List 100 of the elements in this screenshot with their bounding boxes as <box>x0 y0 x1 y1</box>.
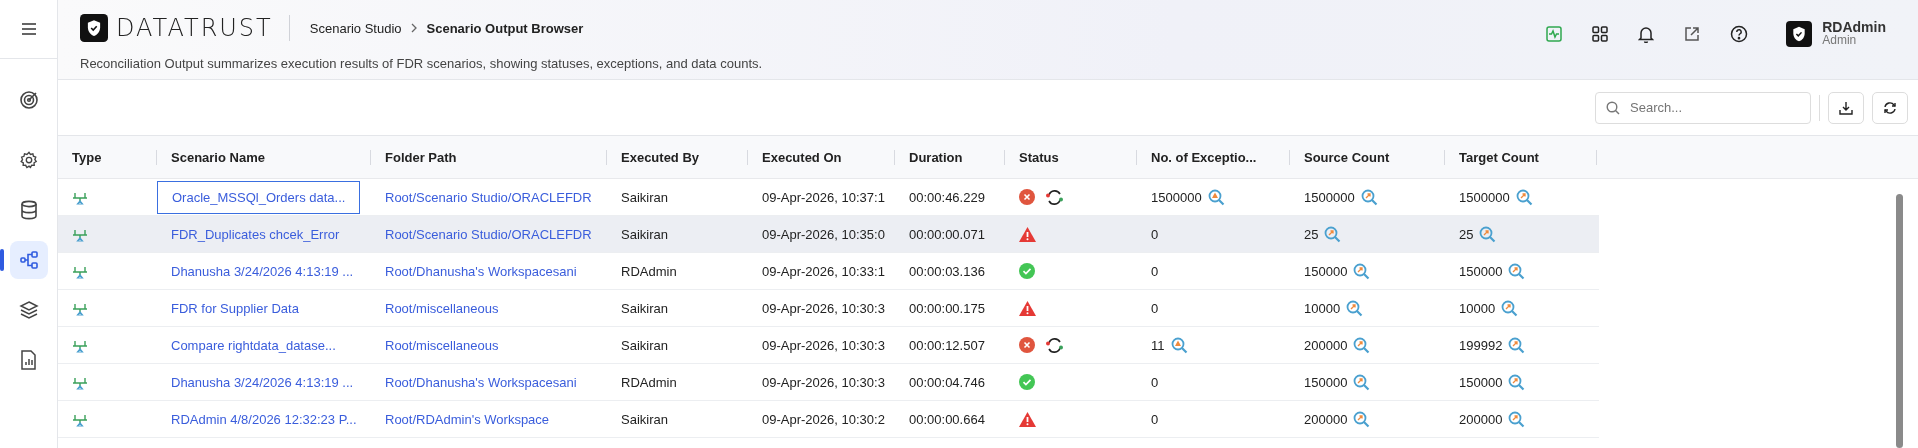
table-cell: 0 <box>1151 300 1159 316</box>
folder-link[interactable]: Root/Dhanusha's Workspacesani <box>385 263 577 279</box>
avatar-icon <box>1786 21 1813 47</box>
menu-icon <box>20 22 37 36</box>
folder-link[interactable]: Root/Dhanusha's Workspacesani <box>385 374 577 390</box>
exception-search-icon[interactable] <box>1170 336 1188 354</box>
scenario-link[interactable]: Compare rightdata_datase... <box>171 337 336 353</box>
table-row[interactable]: RDAdmin 4/8/2026 12:32:23 P... Root/RDAdmin's Workspace Saikiran 09-Apr-2026, 10:30:2 00:00:00.664 0 200000 200000 <box>58 401 1599 438</box>
table-cell: 0 <box>1151 374 1159 390</box>
exception-search-icon[interactable] <box>1207 188 1225 206</box>
table-cell: 1500000 <box>1459 189 1510 205</box>
rerun-icon[interactable] <box>1045 336 1064 354</box>
refresh-button[interactable] <box>1872 91 1908 124</box>
column-header[interactable]: Source Count <box>1290 136 1445 178</box>
column-header[interactable]: Executed On <box>748 136 895 178</box>
table-cell: 200000 <box>1304 411 1348 427</box>
count-search-icon[interactable] <box>1508 373 1526 391</box>
workflow-icon <box>19 251 38 269</box>
apps-grid-icon[interactable] <box>1592 26 1609 42</box>
column-header[interactable]: No. of Exceptio... <box>1137 136 1290 178</box>
table-cell: 0 <box>1151 263 1159 279</box>
scenario-link[interactable]: RDAdmin 4/8/2026 12:32:23 P... <box>171 411 357 427</box>
column-header[interactable]: Type <box>58 136 157 178</box>
scenario-link[interactable]: FDR_Duplicates chcek_Error <box>171 226 340 242</box>
column-header[interactable]: Duration <box>895 136 1005 178</box>
column-header[interactable]: Status <box>1005 136 1137 178</box>
scenario-link[interactable]: FDR for Supplier Data <box>171 300 299 316</box>
count-search-icon[interactable] <box>1346 299 1364 317</box>
table-cell: 09-Apr-2026, 10:30:3 <box>762 337 885 353</box>
count-search-icon[interactable] <box>1508 336 1526 354</box>
search-icon <box>1606 100 1620 115</box>
table-cell: 1500000 <box>1304 189 1355 205</box>
settings-icon <box>19 151 38 169</box>
folder-link[interactable]: Root/miscellaneous <box>385 300 499 316</box>
bell-icon[interactable] <box>1638 25 1655 43</box>
table-row[interactable]: Compare rightdata_datase... Root/miscellaneous Saikiran 09-Apr-2026, 10:30:3 00:00:12.507 11 200000 199992 <box>58 327 1599 364</box>
table-cell: 150000 <box>1459 263 1503 279</box>
target-icon <box>18 90 39 110</box>
folder-link[interactable]: Root/Scenario Studio/ORACLEFDR <box>385 189 592 205</box>
table-cell: 09-Apr-2026, 10:30:2 <box>762 411 885 427</box>
table-cell: 150000 <box>1304 263 1348 279</box>
table-cell: 00:00:03.136 <box>909 263 985 279</box>
folder-link[interactable]: Root/Scenario Studio/ORACLEFDR <box>385 226 592 242</box>
column-header[interactable]: Executed By <box>607 136 748 178</box>
table-row[interactable]: FDR_Duplicates chcek_Error Root/Scenario Studio/ORACLEFDR Saikiran 09-Apr-2026, 10:35:0 00:00:00.071 0 25 25 <box>58 216 1599 253</box>
table-row[interactable]: Dhanusha 3/24/2026 4:13:19 ... Root/Dhanusha's Workspacesani RDAdmin 09-Apr-2026, 10:30:3 00:00:04.746 0 150000 150000 <box>58 364 1599 401</box>
search-field[interactable]: Search... <box>1595 91 1811 124</box>
logo-icon <box>80 14 108 42</box>
table-cell: 0 <box>1151 226 1159 242</box>
page-description: Reconciliation Output summarizes execution results of FDR scenarios, showing statuses, exceptions, and data counts. <box>80 56 764 71</box>
logo-text: DATATRUST <box>116 14 273 42</box>
column-header[interactable]: Folder Path <box>371 136 607 178</box>
folder-link[interactable]: Root/miscellaneous <box>385 337 499 353</box>
count-search-icon[interactable] <box>1508 262 1526 280</box>
count-search-icon[interactable] <box>1501 299 1519 317</box>
scenario-link[interactable]: Dhanusha 3/24/2026 4:13:19 ... <box>171 263 354 279</box>
table-cell: 09-Apr-2026, 10:35:0 <box>762 226 885 242</box>
layers-icon <box>18 300 39 320</box>
table-cell: 25 <box>1459 226 1474 242</box>
breadcrumb-item[interactable]: Scenario Studio <box>309 20 402 36</box>
count-search-icon[interactable] <box>1353 262 1371 280</box>
table-cell: 00:00:00.175 <box>909 300 985 316</box>
count-search-icon[interactable] <box>1353 373 1371 391</box>
count-search-icon[interactable] <box>1353 410 1371 428</box>
table-cell: 00:00:46.229 <box>909 189 985 205</box>
table-cell: 11 <box>1151 337 1165 353</box>
column-header[interactable]: Target Count <box>1445 136 1597 178</box>
folder-link[interactable]: Root/RDAdmin's Workspace <box>385 411 550 427</box>
external-link-icon[interactable] <box>1684 26 1701 42</box>
scenario-link[interactable]: Oracle_MSSQl_Orders data... <box>157 180 361 214</box>
help-icon[interactable] <box>1730 25 1749 43</box>
table-cell: 09-Apr-2026, 10:30:3 <box>762 300 885 316</box>
count-search-icon[interactable] <box>1479 225 1497 243</box>
table-cell: Saikiran <box>621 411 668 427</box>
scenario-link[interactable]: Dhanusha 3/24/2026 4:13:19 ... <box>171 374 354 390</box>
table-cell: 00:00:04.746 <box>909 374 985 390</box>
column-header[interactable]: Scenario Name <box>157 136 371 178</box>
table-cell: Saikiran <box>621 226 668 242</box>
report-icon <box>20 350 37 370</box>
table-cell: Saikiran <box>621 300 668 316</box>
activity-icon[interactable] <box>1546 26 1563 42</box>
rerun-icon[interactable] <box>1045 188 1064 206</box>
table-cell: 200000 <box>1304 337 1348 353</box>
table-cell: Saikiran <box>621 337 668 353</box>
table-cell: 00:00:12.507 <box>909 337 985 353</box>
table-cell: RDAdmin <box>621 263 677 279</box>
table-cell: 1500000 <box>1151 189 1202 205</box>
table-cell: 150000 <box>1459 374 1503 390</box>
count-search-icon[interactable] <box>1324 225 1342 243</box>
database-icon <box>19 200 38 220</box>
count-search-icon[interactable] <box>1360 188 1378 206</box>
table-row[interactable]: Dhanusha 3/24/2026 4:13:19 ... Root/Dhanusha's Workspacesani RDAdmin 09-Apr-2026, 10:33:1 00:00:03.136 0 150000 150000 <box>58 253 1599 290</box>
download-button[interactable] <box>1828 91 1864 124</box>
count-search-icon[interactable] <box>1515 188 1533 206</box>
count-search-icon[interactable] <box>1353 336 1371 354</box>
table-row[interactable]: FDR for Supplier Data Root/miscellaneous Saikiran 09-Apr-2026, 10:30:3 00:00:00.175 0 10000 10000 <box>58 290 1599 327</box>
table-cell: 00:00:00.664 <box>909 411 985 427</box>
count-search-icon[interactable] <box>1508 410 1526 428</box>
table-cell: 09-Apr-2026, 10:37:1 <box>762 189 885 205</box>
chevron-right-icon <box>410 23 418 33</box>
